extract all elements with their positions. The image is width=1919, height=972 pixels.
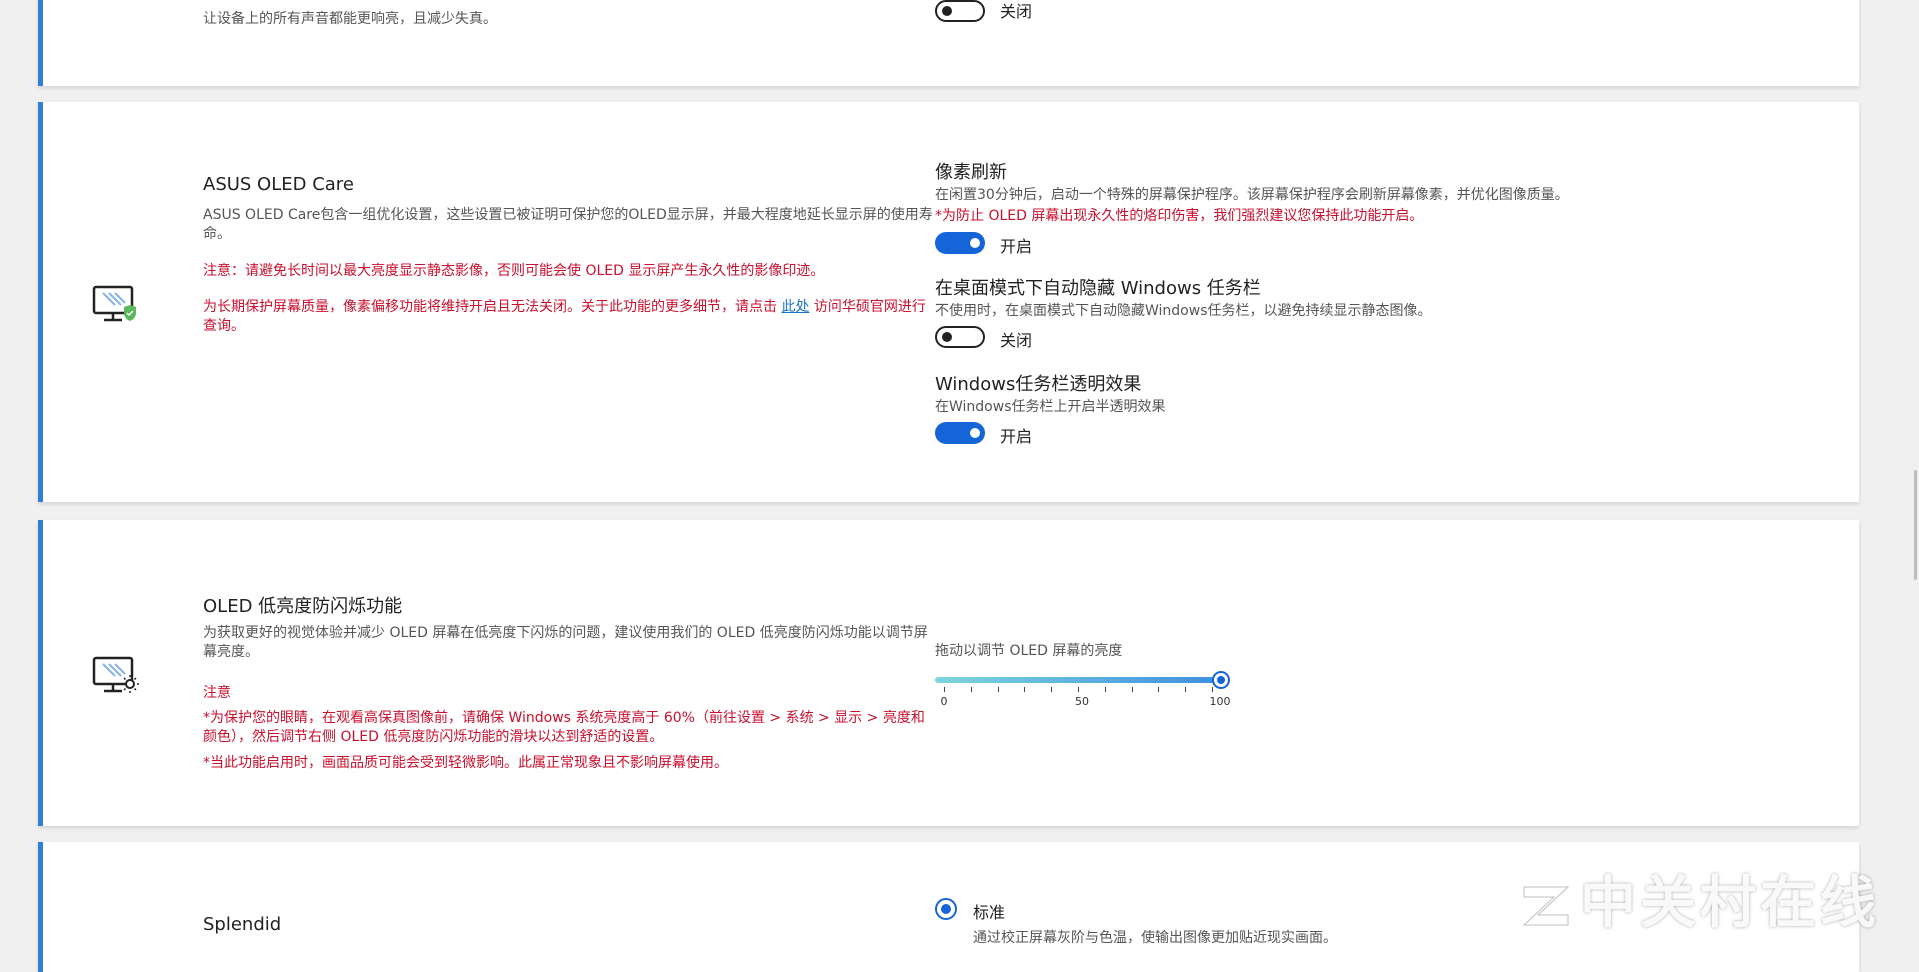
slider-tick <box>1212 687 1213 692</box>
monitor-brightness-icon <box>92 656 139 693</box>
sound-toggle[interactable] <box>935 0 985 22</box>
oled-care-title: ASUS OLED Care <box>203 174 354 195</box>
pixel-refresh-toggle[interactable] <box>935 232 985 254</box>
slider-tick <box>1051 687 1053 692</box>
flicker-desc: 为获取更好的视觉体验并减少 OLED 屏幕在低亮度下闪烁的问题，建议使用我们的 … <box>203 625 928 660</box>
flicker-note-1: *为保护您的眼睛，在观看高保真图像前，请确保 Windows 系统亮度高于 60… <box>203 710 925 745</box>
watermark-logo-icon <box>1522 886 1570 926</box>
splendid-standard-desc: 通过校正屏幕灰阶与色温，使输出图像更加贴近现实画面。 <box>973 930 1337 946</box>
brightness-slider-track[interactable] <box>935 677 1221 683</box>
auto-hide-taskbar-title: 在桌面模式下自动隐藏 Windows 任务栏 <box>935 278 1261 299</box>
slider-tick <box>997 687 999 692</box>
taskbar-transparency-title: Windows任务栏透明效果 <box>935 374 1142 395</box>
auto-hide-taskbar-toggle[interactable] <box>935 326 985 348</box>
slider-min-label: 0 <box>940 695 948 708</box>
auto-hide-taskbar-desc: 不使用时，在桌面模式下自动隐藏Windows任务栏，以避免持续显示静态图像。 <box>935 303 1432 319</box>
splendid-standard-radio[interactable] <box>935 898 957 920</box>
taskbar-transparency-desc: 在Windows任务栏上开启半透明效果 <box>935 399 1166 415</box>
slider-tick <box>1104 687 1106 692</box>
brightness-slider-thumb[interactable] <box>1212 671 1230 689</box>
slider-tick <box>1131 687 1133 692</box>
pixel-refresh-state: 开启 <box>1000 237 1033 256</box>
oled-care-desc: ASUS OLED Care包含一组优化设置，这些设置已被证明可保护您的OLED… <box>203 207 933 242</box>
oled-care-note-before: 为长期保护屏幕质量，像素偏移功能将维持开启且无法关闭。关于此功能的更多细节，请点… <box>203 299 782 315</box>
pixel-refresh-warning: *为防止 OLED 屏幕出现永久性的烙印伤害，我们强烈建议您保持此功能开启。 <box>935 208 1424 224</box>
auto-hide-taskbar-state: 关闭 <box>1000 331 1033 350</box>
oled-care-warning: 注意：请避免长时间以最大亮度显示静态影像，否则可能会使 OLED 显示屏产生永久… <box>203 263 825 279</box>
pixel-refresh-title: 像素刷新 <box>935 162 1007 183</box>
slider-tick <box>944 687 945 692</box>
sound-desc: 让设备上的所有声音都能更响亮，且减少失真。 <box>203 11 497 27</box>
slider-tick <box>1078 687 1079 692</box>
oled-care-card: ASUS OLED Care ASUS OLED Care包含一组优化设置，这些… <box>38 102 1859 502</box>
splendid-standard-label: 标准 <box>973 903 1006 922</box>
brightness-slider-label: 拖动以调节 OLED 屏幕的亮度 <box>935 643 1123 659</box>
flicker-title: OLED 低亮度防闪烁功能 <box>203 596 403 617</box>
watermark-text: 中关村在线 <box>1580 871 1880 936</box>
slider-mid-label: 50 <box>1075 695 1089 708</box>
sound-toggle-label: 关闭 <box>1000 2 1033 21</box>
splendid-title: Splendid <box>203 914 282 935</box>
pixel-refresh-desc: 在闲置30分钟后，启动一个特殊的屏幕保护程序。该屏幕保护程序会刷新屏幕像素，并优… <box>935 187 1569 203</box>
sound-card: 让设备上的所有声音都能更响亮，且减少失真。 关闭 <box>38 0 1859 86</box>
taskbar-transparency-toggle[interactable] <box>935 422 985 444</box>
slider-tick <box>970 687 972 692</box>
slider-tick <box>1024 687 1026 692</box>
oled-care-note: 为长期保护屏幕质量，像素偏移功能将维持开启且无法关闭。关于此功能的更多细节，请点… <box>203 298 933 336</box>
slider-tick <box>1158 687 1160 692</box>
scrollbar[interactable] <box>1907 0 1919 952</box>
slider-max-label: 100 <box>1209 695 1231 708</box>
slider-tick <box>1185 687 1187 692</box>
taskbar-transparency-state: 开启 <box>1000 427 1033 446</box>
flicker-note-2: *当此功能启用时，画面品质可能会受到轻微影响。此属正常现象且不影响屏幕使用。 <box>203 755 728 771</box>
scrollbar-thumb[interactable] <box>1914 470 1917 580</box>
monitor-shield-icon <box>92 285 136 322</box>
watermark: 中关村在线 <box>1518 858 1880 939</box>
flicker-note-title: 注意 <box>203 685 231 701</box>
asus-website-link[interactable]: 此处 <box>781 299 809 315</box>
flicker-card: OLED 低亮度防闪烁功能 为获取更好的视觉体验并减少 OLED 屏幕在低亮度下… <box>38 520 1859 826</box>
